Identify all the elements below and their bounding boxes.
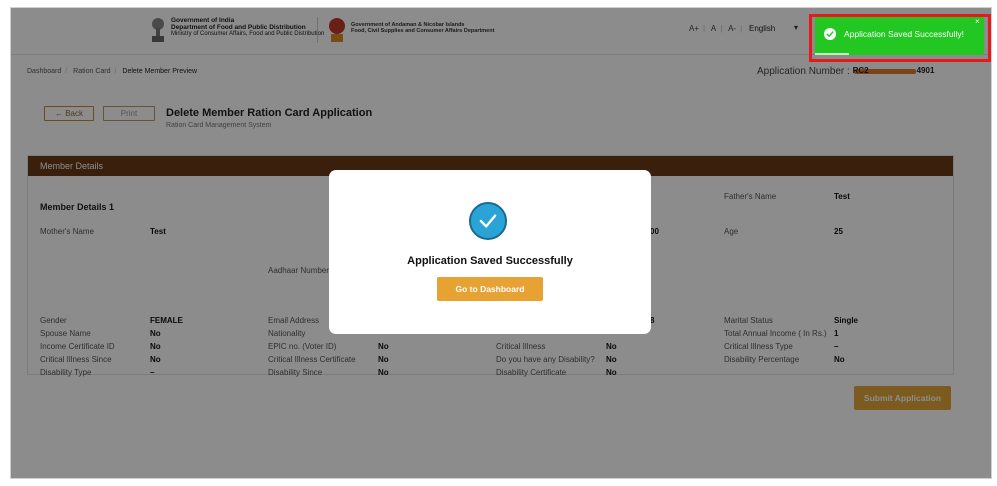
success-check-icon — [469, 202, 507, 240]
app-window: Government of India Department of Food a… — [10, 7, 992, 479]
go-to-dashboard-button[interactable]: Go to Dashboard — [437, 277, 543, 301]
highlight-annotation — [809, 14, 991, 62]
success-modal: Application Saved Successfully Go to Das… — [329, 170, 651, 334]
modal-title: Application Saved Successfully — [407, 255, 573, 267]
